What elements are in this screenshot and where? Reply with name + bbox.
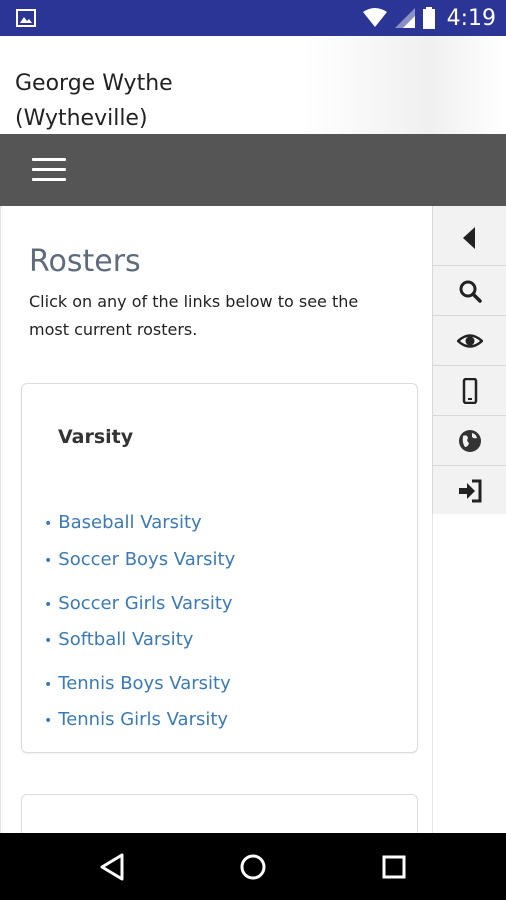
view-button[interactable] — [433, 316, 506, 366]
battery-icon — [422, 7, 435, 29]
roster-link-softball-varsity[interactable]: • Softball Varsity — [44, 629, 193, 650]
school-title: George Wythe (Wytheville) — [15, 66, 275, 136]
sign-in-button[interactable] — [433, 466, 506, 516]
android-nav-bar — [0, 833, 506, 900]
roster-link-soccer-boys-varsity[interactable]: • Soccer Boys Varsity — [44, 549, 235, 570]
roster-link-soccer-girls-varsity[interactable]: • Soccer Girls Varsity — [44, 593, 233, 614]
signal-icon — [394, 8, 415, 28]
roster-link-tennis-girls-varsity[interactable]: • Tennis Girls Varsity — [44, 709, 228, 730]
search-button[interactable] — [433, 266, 506, 316]
eye-icon — [457, 333, 483, 348]
card-title: Varsity — [58, 426, 134, 448]
mobile-phone-icon — [462, 377, 478, 404]
main-content: Rosters Click on any of the links below … — [0, 206, 432, 833]
search-icon — [459, 280, 482, 303]
side-toolbar — [432, 206, 506, 516]
language-button[interactable] — [433, 416, 506, 466]
status-bar: 4:19 — [0, 0, 506, 36]
roster-link-baseball-varsity[interactable]: • Baseball Varsity — [44, 512, 202, 533]
status-time: 4:19 — [446, 5, 496, 31]
school-name: George Wythe — [15, 71, 173, 96]
page-intro: Click on any of the links below to see t… — [29, 292, 359, 339]
image-icon — [16, 9, 36, 27]
nav-bar — [0, 134, 506, 206]
next-card — [21, 794, 418, 833]
varsity-card: Varsity • Baseball Varsity • Soccer Boys V… — [21, 383, 418, 753]
recents-icon[interactable] — [378, 851, 410, 883]
side-toolbar-spacer — [432, 514, 506, 833]
hamburger-menu-icon[interactable] — [32, 156, 66, 184]
school-location: (Wytheville) — [15, 106, 148, 131]
wifi-icon — [362, 8, 387, 27]
mobile-view-button[interactable] — [433, 366, 506, 416]
content-panel: Rosters Click on any of the links below … — [3, 206, 432, 833]
home-icon[interactable] — [237, 851, 269, 883]
collapse-arrow-icon — [463, 227, 475, 249]
globe-icon — [459, 429, 481, 452]
collapse-toolbar-button[interactable] — [433, 211, 506, 266]
page-title: Rosters — [29, 244, 141, 279]
roster-link-tennis-boys-varsity[interactable]: • Tennis Boys Varsity — [44, 673, 231, 694]
back-icon[interactable] — [98, 851, 130, 883]
app-header: George Wythe (Wytheville) — [0, 36, 506, 134]
sign-in-icon — [459, 479, 482, 502]
